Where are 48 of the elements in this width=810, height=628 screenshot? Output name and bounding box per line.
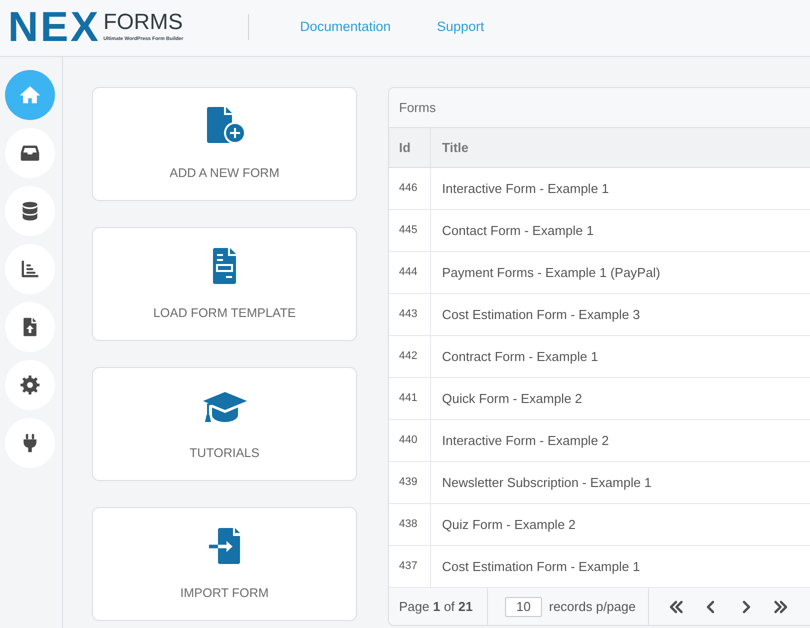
table-cell-text: Quick Form - Example 2 [441, 390, 584, 408]
sidebar-button[interactable] [5, 418, 55, 468]
sidebar-button[interactable] [5, 360, 55, 410]
double-chevron-right-icon [773, 598, 789, 614]
column-header[interactable]: Id [389, 128, 431, 167]
double-chevron-left-icon [668, 598, 684, 614]
table-cell-text: Interactive Form - Example 1 [441, 180, 610, 198]
per-page-label: records p/page [549, 598, 636, 616]
sidebar-button[interactable] [5, 302, 55, 352]
table-cell: 441 [389, 378, 431, 419]
column-header[interactable]: Title [431, 128, 810, 167]
table-cell: 445 [389, 210, 431, 251]
table-title: Forms [389, 88, 810, 128]
table-cell: 442 [389, 336, 431, 377]
action-card[interactable]: LOAD FORM TEMPLATE [92, 227, 357, 341]
table-cell: 440 [389, 420, 431, 461]
gear-icon [19, 374, 41, 396]
table-cell-text: Payment Forms - Example 1 (PayPal) [441, 264, 662, 282]
nav-link[interactable]: Documentation [300, 16, 391, 38]
table-cell: 437 [389, 546, 431, 587]
table-cell: 438 [389, 504, 431, 545]
file-import-icon [208, 528, 242, 564]
table-cell-text: Interactive Form - Example 2 [441, 432, 610, 450]
action-card[interactable]: ADD A NEW FORM [92, 87, 357, 201]
table-cell: 439 [389, 462, 431, 503]
logo-mark: NEX [8, 10, 100, 44]
table-cell-text: Contract Form - Example 1 [441, 348, 600, 366]
table-cell-text: Cost Estimation Form - Example 3 [441, 306, 641, 324]
sidebar-button[interactable] [5, 186, 55, 236]
page-indicator: Page 1 of 21 [399, 598, 473, 616]
table-cell-text: Contact Form - Example 1 [441, 222, 595, 240]
nav-link[interactable]: Support [436, 16, 484, 38]
sidebar-button[interactable] [5, 244, 55, 294]
sidebar-button[interactable] [5, 128, 55, 178]
per-page-field[interactable]: 10 [505, 596, 542, 616]
table-cell-text: Newsletter Subscription - Example 1 [441, 474, 653, 492]
bar-chart-icon [19, 258, 41, 280]
table-cell: 444 [389, 252, 431, 293]
logo-wordmark: FORMS [103, 11, 184, 33]
table-cell-text: Cost Estimation Form - Example 1 [441, 558, 641, 576]
home-icon [19, 84, 41, 106]
form-document-icon [212, 248, 238, 284]
action-card[interactable]: IMPORT FORM [92, 507, 357, 621]
table-cell: 446 [389, 168, 431, 209]
graduation-cap-icon [202, 390, 248, 424]
table-cell-text: Quiz Form - Example 2 [441, 516, 577, 534]
action-card[interactable]: TUTORIALS [92, 367, 357, 481]
table-cell: 443 [389, 294, 431, 335]
